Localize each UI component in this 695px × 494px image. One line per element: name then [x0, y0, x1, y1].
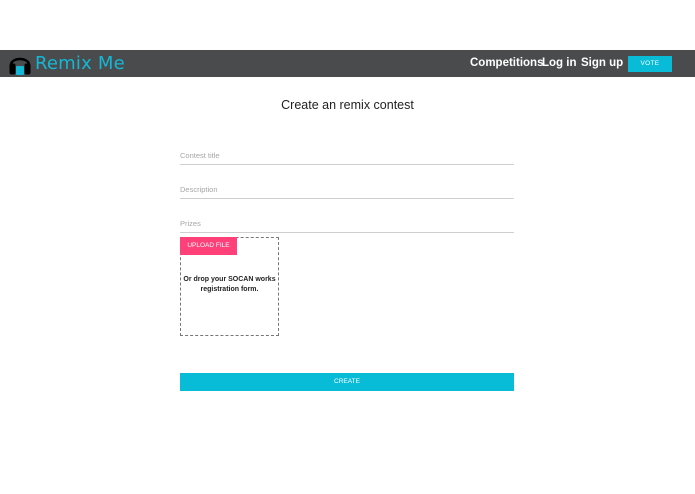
create-button[interactable]: CREATE — [180, 373, 514, 391]
vote-button[interactable]: VOTE — [628, 56, 672, 72]
brand[interactable]: Remix Me — [8, 50, 125, 77]
contest-title-input[interactable]: Contest title — [180, 151, 514, 165]
contest-title-label: Contest title — [180, 151, 220, 160]
upload-file-button[interactable]: UPLOAD FILE — [180, 237, 237, 255]
brand-name: Remix Me — [35, 53, 125, 74]
description-label: Description — [180, 185, 218, 194]
prizes-input[interactable]: Prizes — [180, 219, 514, 233]
prizes-label: Prizes — [180, 219, 201, 228]
nav-link-competitions[interactable]: Competitions — [470, 50, 543, 77]
nav-link-signup[interactable]: Sign up — [581, 50, 623, 77]
dropzone-instructions: Or drop your SOCAN works registration fo… — [183, 276, 276, 293]
page-title: Create an remix contest — [281, 98, 414, 112]
description-input[interactable]: Description — [180, 185, 514, 199]
nav-link-login[interactable]: Log in — [542, 50, 577, 77]
headphones-logo-icon — [9, 57, 31, 75]
